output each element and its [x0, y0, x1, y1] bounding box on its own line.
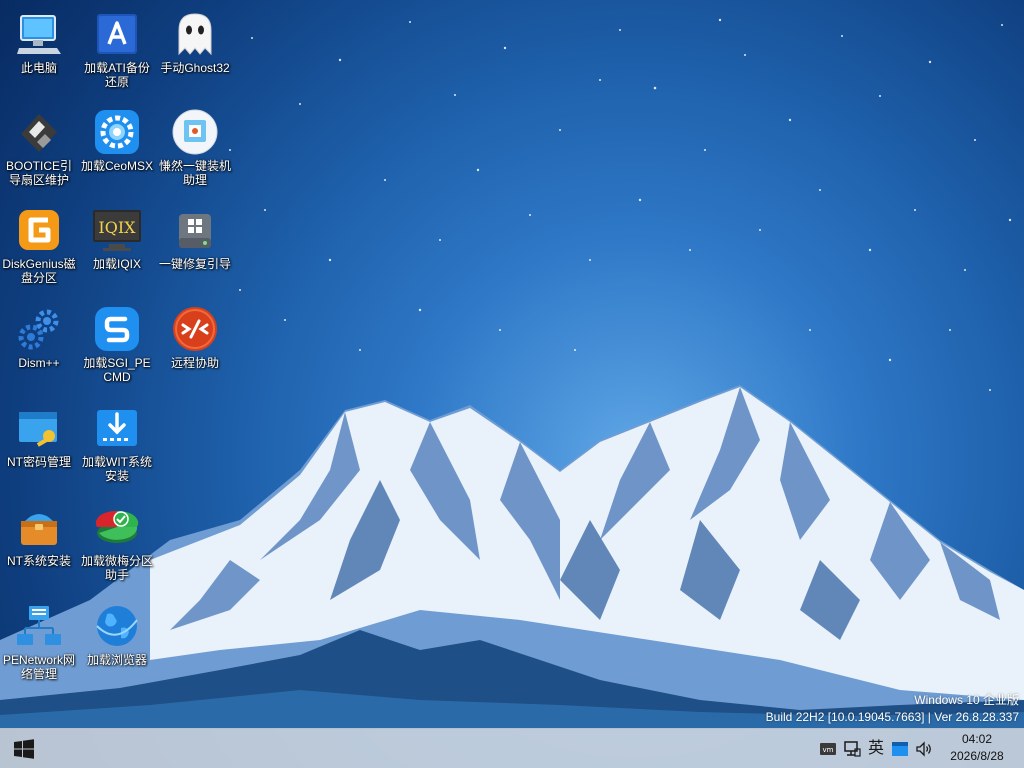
desktop-icon-dism[interactable]: Dism++ — [0, 299, 78, 394]
acronis-icon — [93, 10, 141, 58]
desktop-icon-installer-helper[interactable]: 慊然一键装机助理 — [156, 102, 234, 197]
desktop-icon-ati-backup[interactable]: 加载ATI备份还原 — [78, 4, 156, 99]
desktop-icon-nt-password[interactable]: NT密码管理 — [0, 398, 78, 493]
desktop-icon-label: DiskGenius磁盘分区 — [2, 257, 76, 285]
desktop-icon-label: NT系统安装 — [7, 554, 71, 568]
desktop-icon-boot-repair[interactable]: 一键修复引导 — [156, 200, 234, 295]
computer-icon — [15, 10, 63, 58]
gear-swirl-icon — [93, 108, 141, 156]
desktop-icon-label: 加载CeoMSX — [80, 159, 154, 173]
ghost-icon — [171, 10, 219, 58]
desktop-icon-label: 加载WIT系统安装 — [82, 455, 152, 483]
desktop-icon-label: 慊然一键装机助理 — [158, 159, 231, 187]
action-center-icon[interactable] — [890, 739, 910, 759]
partition-pie-icon — [93, 503, 141, 551]
desktop-icon-diskgenius[interactable]: DiskGenius磁盘分区 — [0, 200, 78, 295]
ime-indicator[interactable]: 英 — [866, 739, 886, 759]
desktop-icon-label: 手动Ghost32 — [160, 61, 230, 75]
desktop-icon-ceomsx[interactable]: 加载CeoMSX — [78, 102, 156, 197]
windows-logo-icon — [14, 739, 34, 759]
clock-time: 04:02 — [961, 732, 993, 746]
sgi-s-icon — [93, 305, 141, 353]
system-tray: vm 英 04:02 2026/8/28 — [818, 729, 1018, 768]
toolbox-icon — [15, 503, 63, 551]
desktop-icon-label: 一键修复引导 — [158, 257, 231, 271]
volume-icon[interactable] — [914, 739, 934, 759]
desktop-icon-label: PENetwork网络管理 — [2, 653, 76, 681]
desktop-icon-nt-setup[interactable]: NT系统安装 — [0, 497, 78, 592]
desktop-icon-label: 加载浏览器 — [86, 653, 147, 667]
desktop-icon-label: 此电脑 — [20, 61, 57, 75]
desktop-icon-label: 加载IQIX — [92, 257, 141, 271]
desktop: 此电脑 BOOTICE引导扇区维护 DiskGenius磁盘分区 Dism++ … — [0, 0, 1024, 768]
clock-date: 2026/8/28 — [950, 749, 1004, 763]
desktop-icon-label: BOOTICE引导扇区维护 — [5, 159, 72, 187]
desktop-icon-bootice[interactable]: BOOTICE引导扇区维护 — [0, 102, 78, 197]
desktop-icon-browser[interactable]: 加载浏览器 — [78, 596, 156, 691]
vmware-tray-icon[interactable]: vm — [818, 739, 838, 759]
desktop-icon-label: 加载SGI_PECMD — [83, 356, 151, 384]
desktop-icon-label: NT密码管理 — [7, 455, 71, 469]
os-version-watermark: Windows 10 企业版 Build 22H2 [10.0.19045.76… — [766, 692, 1019, 726]
desktop-icon-label: 加载微梅分区助手 — [80, 554, 153, 582]
desktop-icon-this-pc[interactable]: 此电脑 — [0, 4, 78, 99]
network-icon — [15, 602, 63, 650]
iqix-badge-text: IQIX — [98, 218, 136, 237]
desktop-icon-penetwork[interactable]: PENetwork网络管理 — [0, 596, 78, 691]
desktop-icon-wit-setup[interactable]: 加载WIT系统安装 — [78, 398, 156, 493]
windows-drive-icon — [171, 206, 219, 254]
iqix-monitor-icon: IQIX — [93, 206, 141, 254]
desktop-icon-label: 加载ATI备份还原 — [84, 61, 150, 89]
desktop-icon-remote-assist[interactable]: 远程协助 — [156, 299, 234, 394]
os-build-text: Build 22H2 [10.0.19045.7663] | Ver 26.8.… — [765, 710, 1019, 724]
window-key-icon — [15, 404, 63, 452]
desktop-icon-label: 远程协助 — [170, 356, 219, 370]
desktop-icon-sgi-pecmd[interactable]: 加载SGI_PECMD — [78, 299, 156, 394]
taskbar: vm 英 04:02 2026/8/28 — [0, 728, 1024, 768]
desktop-icon-ghost32[interactable]: 手动Ghost32 — [156, 4, 234, 99]
svg-text:vm: vm — [823, 746, 834, 754]
globe-icon — [93, 602, 141, 650]
installer-helper-icon — [171, 108, 219, 156]
os-edition-text: Windows 10 企业版 — [914, 693, 1019, 707]
download-box-icon — [93, 404, 141, 452]
remote-assist-icon — [171, 305, 219, 353]
gears-icon — [15, 305, 63, 353]
desktop-icon-iqix[interactable]: IQIX 加载IQIX — [78, 200, 156, 295]
floppy-disk-icon — [15, 108, 63, 156]
taskbar-clock[interactable]: 04:02 2026/8/28 — [942, 731, 1012, 765]
stars — [229, 18, 1012, 391]
network-tray-icon[interactable] — [842, 739, 862, 759]
diskgenius-icon — [15, 206, 63, 254]
desktop-icon-partition-assistant[interactable]: 加载微梅分区助手 — [78, 497, 156, 592]
start-button[interactable] — [0, 729, 48, 768]
desktop-icon-label: Dism++ — [18, 356, 60, 370]
